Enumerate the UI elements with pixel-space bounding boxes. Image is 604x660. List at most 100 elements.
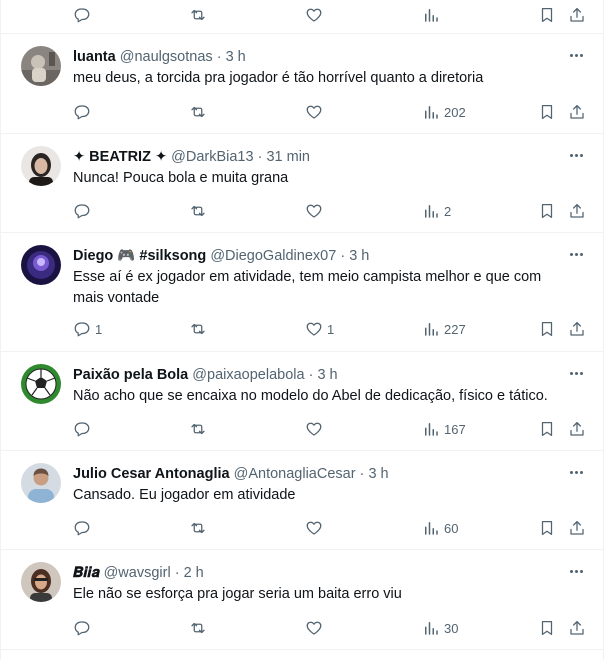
user-handle[interactable]: @paixaopelabola <box>192 367 304 383</box>
views-button[interactable]: 60 <box>422 518 458 538</box>
avatar[interactable] <box>21 146 61 186</box>
views-button[interactable]: 227 <box>422 319 466 339</box>
share-icon <box>570 321 584 336</box>
timestamp[interactable]: 3 h <box>368 466 388 482</box>
user-handle[interactable]: @DarkBia13 <box>171 149 253 165</box>
timestamp[interactable]: 31 min <box>266 149 310 165</box>
share-button[interactable] <box>568 618 586 638</box>
display-name[interactable]: Diego 🎮 #silksong <box>73 248 206 264</box>
display-name[interactable]: ✦ BEATRIZ ✦ <box>73 149 167 165</box>
like-button[interactable]: 1 <box>305 319 334 339</box>
more-options-button[interactable] <box>566 46 586 64</box>
tweet-text: Ele não se esforça pra jogar seria um ba… <box>73 586 402 602</box>
views-button[interactable]: 202 <box>422 102 466 122</box>
user-handle[interactable]: @wavsgirl <box>104 565 171 581</box>
view-count: 60 <box>444 520 459 536</box>
retweet-button[interactable] <box>189 319 211 339</box>
more-options-button[interactable] <box>566 146 586 164</box>
avatar[interactable] <box>21 463 61 503</box>
share-button[interactable] <box>568 201 586 221</box>
retweet-button[interactable] <box>189 102 211 122</box>
retweet-button[interactable] <box>189 201 211 221</box>
timestamp[interactable]: 3 h <box>349 248 369 264</box>
avatar[interactable] <box>21 46 61 86</box>
reply-button[interactable] <box>73 419 95 439</box>
like-button[interactable] <box>305 201 327 221</box>
display-name[interactable]: Julio Cesar Antonaglia <box>73 466 230 482</box>
user-handle[interactable]: @AntonagliaCesar <box>234 466 356 482</box>
separator-dot: · <box>174 565 180 581</box>
action-bar: 167 <box>73 419 593 439</box>
retweet-button[interactable] <box>189 5 207 25</box>
retweet-button[interactable] <box>189 419 211 439</box>
bookmark-button[interactable] <box>538 201 556 221</box>
bookmark-button[interactable] <box>538 102 556 122</box>
tweet[interactable]: ✦ BEATRIZ ✦ @DarkBia13 · 31 min Nunca! P… <box>1 134 603 233</box>
tweet[interactable]: Paixão pela Bola @paixaopelabola · 3 h N… <box>1 352 603 451</box>
retweet-button[interactable] <box>189 518 211 538</box>
tweet-text: Cansado. Eu jogador em atividade <box>73 487 296 503</box>
user-handle[interactable]: @DiegoGaldinex07 <box>210 248 336 264</box>
display-name[interactable]: luanta <box>73 49 116 65</box>
bookmark-button[interactable] <box>538 518 556 538</box>
retweet-icon <box>191 522 205 534</box>
like-button[interactable] <box>305 5 323 25</box>
tweet-header: Paixão pela Bola @paixaopelabola · 3 h <box>73 365 338 385</box>
timestamp[interactable]: 3 h <box>226 49 246 65</box>
like-button[interactable] <box>305 419 327 439</box>
share-button[interactable] <box>568 518 586 538</box>
avatar[interactable] <box>21 562 61 602</box>
timestamp[interactable]: 2 h <box>184 565 204 581</box>
reply-button[interactable] <box>73 5 91 25</box>
display-name[interactable]: 𝑩𝒊𝒊𝒂 <box>73 565 100 581</box>
reply-button[interactable]: 1 <box>73 319 102 339</box>
reply-button[interactable] <box>73 518 95 538</box>
avatar[interactable] <box>21 245 61 285</box>
tweet[interactable]: 𝑩𝒊𝒊𝒂 @wavsgirl · 2 h Ele não se esforça … <box>1 550 603 650</box>
more-options-button[interactable] <box>566 463 586 481</box>
view-count: 167 <box>444 421 466 437</box>
bookmark-button[interactable] <box>538 319 556 339</box>
tweet[interactable]: Diego 🎮 #silksong @DiegoGaldinex07 · 3 h… <box>1 233 603 352</box>
share-button[interactable] <box>568 419 586 439</box>
reply-button[interactable] <box>73 201 95 221</box>
views-button[interactable]: 2 <box>422 201 451 221</box>
more-options-button[interactable] <box>566 562 586 580</box>
bookmark-button[interactable] <box>538 5 556 25</box>
action-bar: 60 <box>73 518 593 538</box>
more-options-button[interactable] <box>566 245 586 263</box>
bar-chart-icon <box>425 9 438 22</box>
share-button[interactable] <box>568 319 586 339</box>
more-options-button[interactable] <box>566 364 586 382</box>
views-button[interactable]: 167 <box>422 419 466 439</box>
share-button[interactable] <box>568 102 586 122</box>
bookmark-button[interactable] <box>538 419 556 439</box>
bar-chart-icon <box>425 106 438 119</box>
like-button[interactable] <box>305 518 327 538</box>
avatar[interactable] <box>21 364 61 404</box>
reply-icon <box>74 621 90 636</box>
views-button[interactable]: 30 <box>422 618 458 638</box>
heart-icon <box>306 521 322 535</box>
bookmark-button[interactable] <box>538 618 556 638</box>
retweet-icon <box>191 106 205 118</box>
views-button[interactable] <box>422 5 440 25</box>
bookmark-icon <box>541 104 553 120</box>
share-icon <box>570 7 584 22</box>
share-button[interactable] <box>568 5 586 25</box>
reply-button[interactable] <box>73 102 95 122</box>
reply-button[interactable] <box>73 618 95 638</box>
share-icon <box>570 104 584 119</box>
tweet[interactable]: luanta @naulgsotnas · 3 h meu deus, a to… <box>1 34 603 134</box>
user-handle[interactable]: @naulgsotnas <box>120 49 213 65</box>
timestamp[interactable]: 3 h <box>317 367 337 383</box>
tweet[interactable]: Julio Cesar Antonaglia @AntonagliaCesar … <box>1 451 603 550</box>
like-button[interactable] <box>305 618 327 638</box>
bar-chart-icon <box>425 423 438 436</box>
display-name[interactable]: Paixão pela Bola <box>73 367 188 383</box>
heart-icon <box>306 8 322 22</box>
partial-tweet[interactable] <box>1 0 603 34</box>
view-count: 2 <box>444 203 452 219</box>
retweet-button[interactable] <box>189 618 211 638</box>
like-button[interactable] <box>305 102 327 122</box>
